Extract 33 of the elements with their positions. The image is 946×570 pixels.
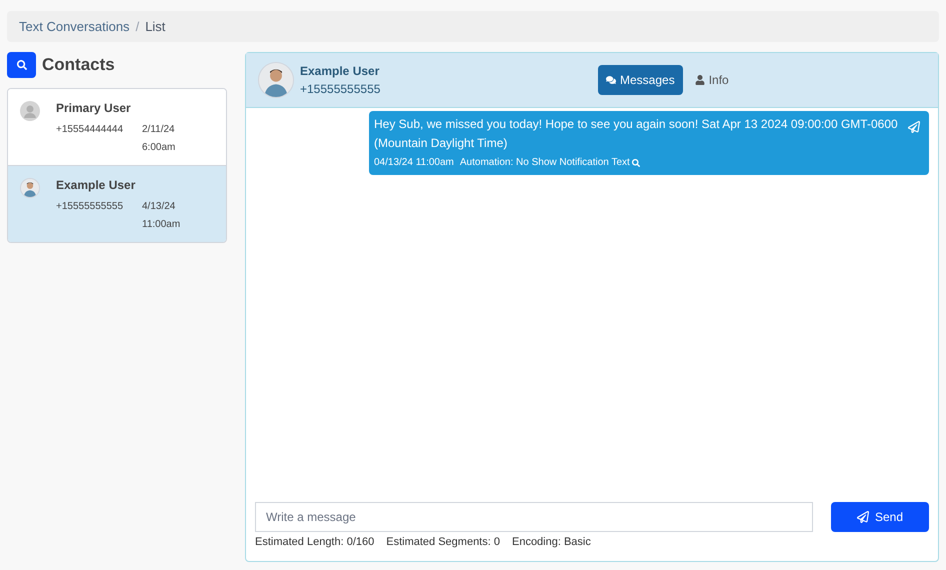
user-icon (694, 75, 705, 85)
breadcrumb-separator: / (134, 18, 140, 36)
contact-name: Primary User (56, 100, 132, 117)
message-text: Hey Sub, we missed you today! Hope to see you again soon! Sat Apr 13 2024 09:00:00 GMT-0600 (Mountain Daylight Time) (374, 116, 899, 152)
message-input[interactable]: Write a message (255, 502, 813, 532)
conversation-phone: +15555555555 (300, 81, 380, 98)
breadcrumb-current: List (145, 18, 166, 36)
message-timestamp: 04/13/24 11:00am (374, 156, 454, 170)
avatar-icon (20, 101, 40, 121)
contacts-heading: Contacts (42, 54, 115, 76)
paper-plane-icon (908, 121, 920, 133)
chat-icon (606, 75, 616, 85)
paper-plane-icon (856, 510, 869, 522)
contact-item[interactable]: Example User +15555555555 4/13/24 11:00am (8, 165, 226, 242)
send-button[interactable]: Send (831, 502, 929, 532)
contact-date: 4/13/24 (142, 200, 176, 214)
message-source: Automation: No Show Notification Text (460, 156, 630, 170)
message-stat: Encoding: Basic (512, 534, 591, 550)
search-icon (16, 60, 26, 70)
conversation-name: Example User (300, 63, 380, 80)
search-icon[interactable] (632, 158, 640, 166)
tab[interactable]: Info (686, 65, 737, 95)
contact-time: 11:00am (142, 218, 180, 232)
contact-time: 6:00am (142, 141, 176, 155)
contact-name: Example User (56, 177, 136, 194)
search-button[interactable] (7, 52, 36, 78)
contact-date: 2/11/24 (142, 123, 176, 137)
breadcrumb-link[interactable]: Text Conversations (19, 16, 130, 36)
contact-phone: +15554444444 (56, 123, 124, 137)
tab[interactable]: Messages (598, 65, 683, 95)
message-stat: Estimated Length: 0/160 (255, 534, 374, 550)
message-stat: Estimated Segments: 0 (386, 534, 500, 550)
contact-phone: +15555555555 (56, 200, 124, 214)
